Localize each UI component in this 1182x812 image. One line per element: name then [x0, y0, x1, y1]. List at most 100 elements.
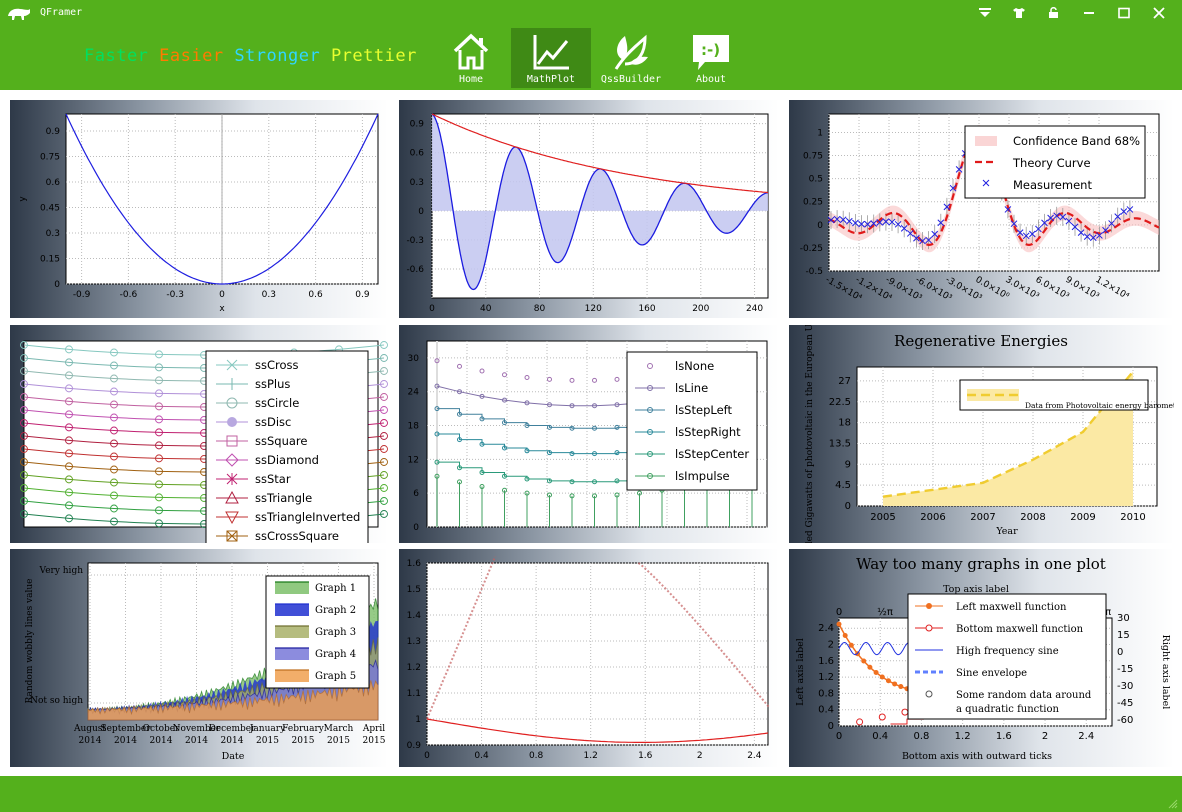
app-logo-icon	[8, 8, 30, 20]
x-tick-label: 2005	[870, 512, 895, 523]
plot-quadratic[interactable]: -0.9 -0.6 -0.3 0 0.3 0.6 0.9 0 0.15 0.3 0.45 0.6 0.…	[10, 100, 388, 318]
maximize-button[interactable]	[1113, 4, 1135, 22]
plot-manygraphs[interactable]: Way too many graphs in one plot Top axis…	[789, 549, 1174, 767]
right-ticks: -60 -45 -30 -15 0 15 30	[1117, 613, 1133, 726]
y-ticks: Very high Not so high	[30, 566, 83, 706]
x-tick-label: 2015	[363, 736, 386, 746]
svg-text::-): :-)	[701, 41, 720, 59]
y-tick-label: 24	[408, 388, 420, 398]
plot-energies[interactable]: Regenerative Energies 0 4.5 9 13.5 18 22.5 27 …	[789, 325, 1174, 543]
legend-item: Confidence Band 68%	[1013, 134, 1140, 148]
lock-button[interactable]	[1043, 4, 1065, 22]
y-tick-label: Very high	[39, 566, 84, 576]
y2-tick-label: -60	[1117, 715, 1133, 726]
plot-errorbars[interactable]: -0.5 -0.25 0 0.25 0.5 0.75 1 -1.5×10⁴ -1.2×10⁴ -…	[789, 100, 1174, 318]
series-marker	[873, 670, 879, 676]
x-tick-label: 1.2	[955, 731, 971, 742]
y-tick-label: 30	[408, 354, 420, 364]
x-tick-label: 160	[638, 304, 655, 314]
lock-icon	[1049, 7, 1058, 18]
y-ticks: 0 0.15 0.3 0.45 0.6 0.75 0.9	[40, 127, 60, 290]
plot-damped[interactable]: 0 40 80 120 160 200 240 -0.6 -0.3 0 0.3 0.6 0.9	[399, 100, 779, 318]
x-tick-label: 0.6	[308, 290, 323, 300]
y2-tick-label: -15	[1117, 664, 1133, 675]
legend-marker	[227, 417, 237, 427]
x-tick-label: 0	[429, 304, 435, 314]
minimize-icon	[1084, 12, 1094, 14]
skin-button[interactable]	[1008, 4, 1030, 22]
y2-axis-label: Right axis label	[1160, 635, 1171, 710]
x-tick-label: April	[362, 724, 385, 734]
y-tick-label: 1	[415, 715, 421, 725]
leaf-icon	[614, 34, 648, 70]
plot-parametric[interactable]: 0 0.4 0.8 1.2 1.6 2 2.4 0.9 1 1.1 1.2 1.3 1.4 1.5 1.6	[399, 549, 779, 767]
x-axis-label: Bottom axis with outward ticks	[902, 751, 1052, 762]
x-ticks: 0 0.4 0.8 1.2 1.6 2 2.4	[424, 751, 762, 761]
x-tick-label: 1.6	[996, 731, 1012, 742]
x-tick-label: 2	[697, 751, 703, 761]
legend-label: ssCircle	[255, 396, 299, 410]
x-ticks: 0 0.4 0.8 1.2 1.6 2 2.4	[836, 731, 1094, 742]
close-button[interactable]	[1148, 4, 1170, 22]
y-tick-label: 2	[828, 639, 834, 650]
nav-home[interactable]: Home	[431, 28, 511, 88]
menu-icon	[979, 8, 991, 17]
x-tick-label: 0.3	[262, 290, 276, 300]
x-tick-label: 40	[480, 304, 492, 314]
x-tick-label: 1.6	[638, 751, 653, 761]
legend-label: High frequency sine	[956, 646, 1059, 657]
legend-label: Graph 4	[315, 649, 356, 660]
legend-label: ssDiamond	[255, 453, 319, 467]
nav-about[interactable]: :-) About	[671, 28, 751, 88]
plot-dates[interactable]: August 2014 September 2014 October 2014 Novemb…	[10, 549, 388, 767]
y-tick-label: 9	[845, 459, 851, 470]
legend-marker	[925, 690, 933, 698]
legend-swatch	[275, 648, 309, 660]
plot-linestyles[interactable]: 0 6 12 18 24 30 lsNone lsLine lsStepLeft lsStepR…	[399, 325, 779, 543]
x-tick-label: 2014	[114, 736, 137, 746]
series-marker	[867, 664, 873, 670]
y-tick-label: 4.5	[835, 480, 851, 491]
x-tick-label: 120	[585, 304, 602, 314]
x-tick-label: 0	[836, 731, 842, 742]
x-tick-label: 2	[1042, 731, 1048, 742]
series-marker	[901, 708, 909, 716]
x-tick-label: -0.3	[166, 290, 184, 300]
minimize-button[interactable]	[1078, 4, 1100, 22]
legend-label: a quadratic function	[956, 704, 1060, 715]
y-tick-label: Not so high	[30, 696, 83, 706]
title-bar: QFramer Faster Easier Stronger Prettier …	[0, 0, 1182, 90]
nav-label-mathplot: MathPlot	[526, 74, 576, 85]
x-axis-label: Date	[222, 751, 245, 762]
plot-scatterstyles[interactable]: ssCross ssPlus ssCircle ssDisc ssSquare ssDia…	[10, 325, 388, 543]
legend-swatch	[275, 604, 309, 616]
nav-label-home: Home	[458, 74, 484, 85]
nav-mathplot[interactable]: MathPlot	[511, 28, 591, 88]
y-tick-label: 1.6	[818, 656, 834, 667]
resize-grip-icon[interactable]	[1168, 799, 1178, 809]
y-tick-label: 0	[54, 280, 60, 290]
legend-label: ssStar	[255, 472, 291, 486]
legend-label: lsStepLeft	[675, 403, 732, 417]
legend-label: lsNone	[675, 359, 714, 373]
legend-label: Graph 1	[315, 583, 356, 594]
x-tick-label: 2015	[327, 736, 350, 746]
y-axis-label: Left axis label	[795, 638, 806, 706]
y-ticks: 0 6 12 18 24 30	[408, 354, 420, 533]
y-tick-label: 27	[838, 376, 851, 387]
x-tick-label: 0.4	[872, 731, 888, 742]
x-tick-label: February	[282, 724, 325, 734]
x-ticks: -0.9 -0.6 -0.3 0 0.3 0.6 0.9	[73, 290, 370, 300]
slogan: Faster Easier Stronger Prettier	[84, 46, 417, 66]
menu-button[interactable]	[974, 4, 996, 22]
legend-marker	[226, 473, 238, 485]
x-ticks: August2014September2014October2014Novemb…	[73, 724, 386, 746]
y2-tick-label: 30	[1117, 613, 1130, 624]
legend: lsNone lsLine lsStepLeft lsStepRight lsStepC…	[626, 351, 758, 491]
legend-item: Measurement	[1013, 178, 1092, 192]
nav-qssbuilder[interactable]: QssBuilder	[591, 28, 671, 88]
x-tick-label: 2.4	[747, 751, 762, 761]
legend-label: Graph 3	[315, 627, 356, 638]
y-ticks: -0.6 -0.3 0 0.3 0.6 0.9	[406, 120, 424, 275]
y2-tick-label: -30	[1117, 681, 1133, 692]
